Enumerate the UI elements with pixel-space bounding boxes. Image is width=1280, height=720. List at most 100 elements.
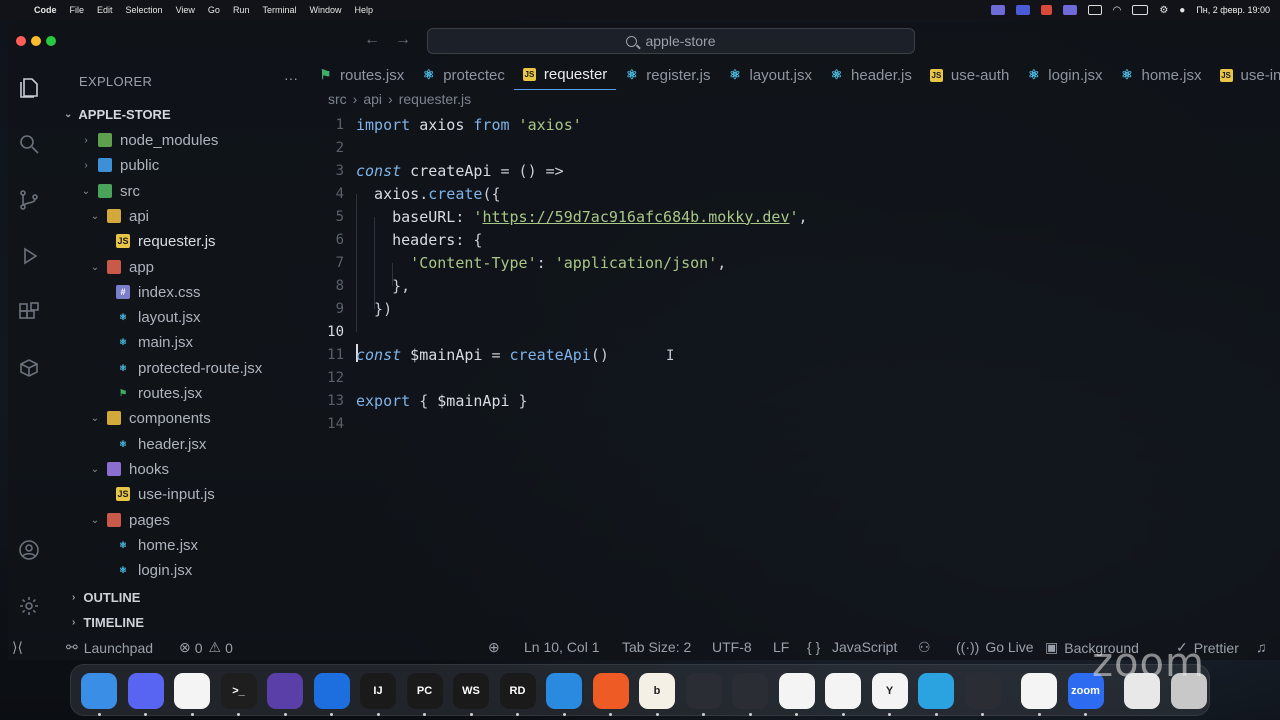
tree-item-node-modules[interactable]: › node_modules [80, 129, 218, 151]
editor-tab[interactable]: ⚑ routes.jsx [310, 60, 413, 90]
arrow-right-icon[interactable]: → [395, 31, 411, 49]
user-icon[interactable]: ● [1179, 5, 1185, 16]
more-icon[interactable]: ··· [284, 70, 298, 86]
tree-item-use-input[interactable]: JS use-input.js [116, 483, 215, 505]
menu-view[interactable]: View [176, 5, 195, 15]
menu-selection[interactable]: Selection [126, 5, 163, 15]
code-line[interactable]: 3 const createApi = () => [310, 159, 1280, 182]
menu-app-name[interactable]: Code [34, 5, 57, 15]
code-line[interactable]: 9 }) [310, 297, 1280, 320]
code-line[interactable]: 8 }, [310, 274, 1280, 297]
pycharm-app[interactable]: PC [406, 673, 443, 709]
menu-file[interactable]: File [70, 5, 85, 15]
code-line[interactable]: 12 [310, 366, 1280, 389]
menu-terminal[interactable]: Terminal [262, 5, 296, 15]
command-center-search[interactable]: apple-store [427, 28, 915, 54]
maximize-window-button[interactable] [46, 36, 56, 46]
tab-size[interactable]: Tab Size: 2 [622, 639, 691, 655]
tree-item-header[interactable]: ⚛ header.jsx [116, 433, 206, 455]
mirror-tray-icon[interactable] [1062, 5, 1077, 15]
tree-item-requester[interactable]: JS requester.js [116, 230, 216, 252]
code-line[interactable]: 6 headers: { [310, 228, 1280, 251]
xcode-app[interactable] [313, 673, 350, 709]
wifi-icon[interactable]: ◠ [1113, 5, 1122, 16]
input-source-icon[interactable] [1087, 5, 1102, 15]
encoding[interactable]: UTF-8 [712, 639, 752, 655]
copilot-icon[interactable]: ⚇ [918, 639, 931, 656]
box-app[interactable] [732, 673, 768, 709]
breadcrumb-src[interactable]: src [328, 91, 347, 107]
close-window-button[interactable] [16, 36, 26, 46]
code-editor[interactable]: I 1 import axios from 'axios' 2 3 const crea… [310, 112, 1280, 632]
finder-app[interactable] [81, 673, 117, 709]
control-center-icon[interactable]: ⚙ [1159, 5, 1168, 16]
editor-tab[interactable]: ⚛ register.js [616, 60, 719, 90]
tree-item-hooks[interactable]: ⌄ hooks [89, 458, 169, 480]
obsidian-app[interactable] [267, 673, 303, 709]
chrome2-app[interactable] [1021, 673, 1057, 709]
bitwarden-app[interactable]: b [639, 673, 675, 709]
menu-window[interactable]: Window [309, 5, 341, 15]
end-of-line[interactable]: LF [773, 639, 789, 655]
source-control-icon[interactable] [17, 188, 41, 212]
postman-app[interactable] [592, 673, 629, 709]
apple-menu-icon[interactable] [10, 5, 20, 16]
menubar-clock[interactable]: Пн, 2 февр. 19:00 [1196, 5, 1270, 15]
vscode-app[interactable] [778, 673, 815, 709]
tree-item-components[interactable]: ⌄ components [89, 407, 211, 429]
slack-app[interactable] [174, 673, 210, 709]
timeline-section[interactable]: › TIMELINE [72, 615, 144, 630]
tree-item-api[interactable]: ⌄ api [89, 205, 149, 227]
arrow-left-icon[interactable]: ← [364, 31, 380, 49]
editor-tab[interactable]: ⚛ home.jsx [1111, 60, 1210, 90]
run-debug-icon[interactable] [17, 244, 41, 268]
gear-icon[interactable] [17, 594, 41, 618]
tree-item-index-css[interactable]: # index.css [116, 281, 201, 303]
docker-icon[interactable] [17, 356, 41, 380]
language-mode[interactable]: JavaScript [832, 639, 897, 655]
terminal-app[interactable]: >_ [220, 673, 257, 709]
launchpad-item[interactable]: ⚯ Launchpad [66, 639, 153, 656]
project-root[interactable]: ⌄ APPLE-STORE [64, 107, 171, 122]
breadcrumb-file[interactable]: requester.js [399, 91, 471, 107]
editor-tab[interactable]: ⚛ header.js [821, 60, 921, 90]
tree-item-protected-route[interactable]: ⚛ protected-route.jsx [116, 357, 262, 379]
code-line[interactable]: 4 axios. create({ [310, 182, 1280, 205]
code-line[interactable]: 11 const $mainApi = createApi() [310, 343, 1280, 366]
tree-item-routes[interactable]: ⚑ routes.jsx [116, 382, 202, 404]
docker-app[interactable] [546, 673, 582, 709]
editor-tab[interactable]: JS use-auth [921, 60, 1018, 90]
tree-item-main[interactable]: ⚛ main.jsx [116, 331, 193, 353]
tree-item-home[interactable]: ⚛ home.jsx [116, 534, 198, 556]
go-live-item[interactable]: ((·)) Go Live [956, 639, 1034, 655]
zoom-tray-icon[interactable] [1015, 5, 1030, 15]
obs-app[interactable] [964, 673, 1001, 709]
notifications-icon[interactable]: ♫ [1256, 639, 1267, 655]
rider-app[interactable]: RD [499, 673, 536, 709]
code-token[interactable]: https://59d7ac916afc684b.mokky.dev [482, 208, 789, 226]
minimize-window-button[interactable] [31, 36, 41, 46]
menu-edit[interactable]: Edit [97, 5, 113, 15]
webstorm-app[interactable]: WS [453, 673, 489, 709]
cursor-position[interactable]: Ln 10, Col 1 [524, 639, 600, 655]
menu-run[interactable]: Run [233, 5, 250, 15]
editor-tab[interactable]: ⚛ login.jsx [1018, 60, 1111, 90]
outline-section[interactable]: › OUTLINE [72, 590, 140, 605]
editor-tab[interactable]: ⚛ layout.jsx [719, 60, 821, 90]
battery-icon[interactable] [1132, 5, 1149, 15]
extensions-icon[interactable] [17, 300, 41, 324]
chrome-app[interactable] [825, 673, 861, 709]
code-line[interactable]: 7 'Content-Type': 'application/json', [310, 251, 1280, 274]
problems-item[interactable]: ⊗ 0 ⚠ 0 [179, 639, 233, 656]
remote-icon[interactable]: ⟩⟨ [12, 639, 23, 656]
editor-tab[interactable]: JS use-inpu [1211, 60, 1280, 90]
code-line[interactable]: 10 [310, 320, 1280, 343]
tree-item-pages[interactable]: ⌄ pages [89, 509, 170, 531]
account-icon[interactable] [17, 538, 41, 562]
code-line[interactable]: 13 export { $mainApi } [310, 389, 1280, 412]
discord-app[interactable] [127, 673, 164, 709]
zoom-search-icon[interactable]: ⊕ [488, 639, 500, 656]
code-line[interactable]: 1 import axios from 'axios' [310, 113, 1280, 136]
telegram-app[interactable] [918, 673, 954, 709]
menu-help[interactable]: Help [354, 5, 373, 15]
